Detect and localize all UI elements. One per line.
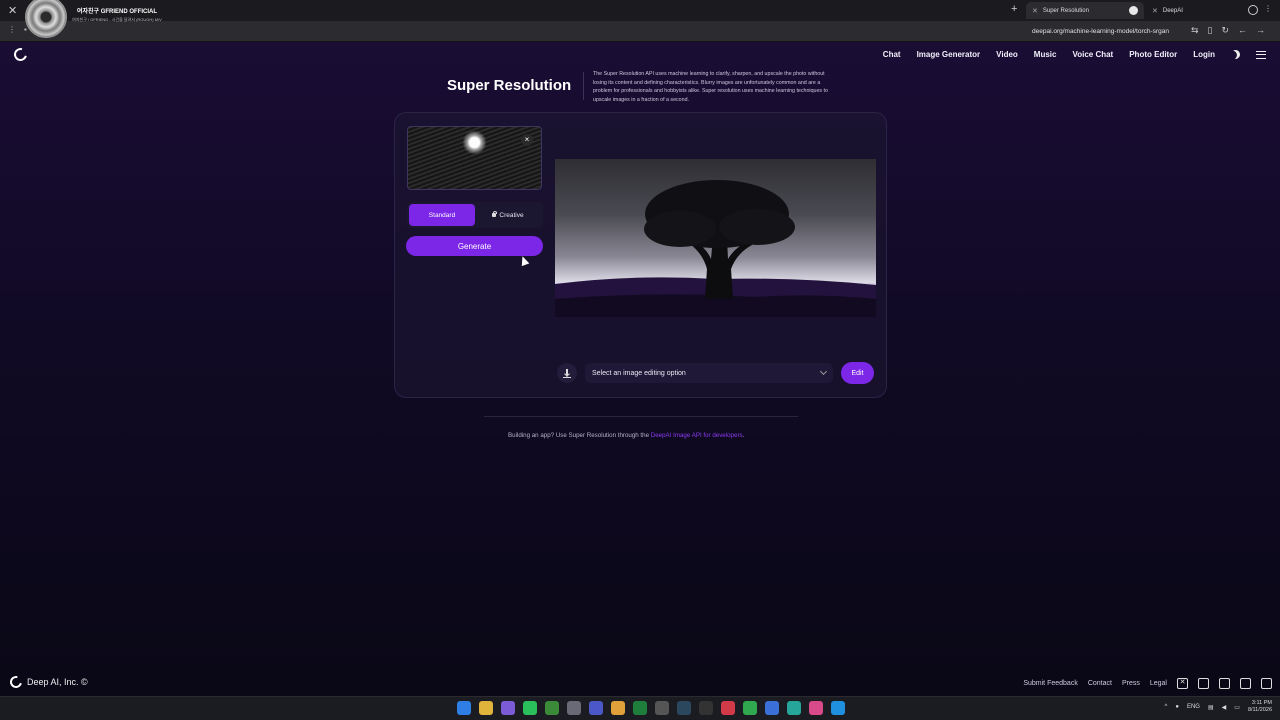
settings-icon[interactable] (567, 701, 581, 715)
app-icon[interactable] (523, 701, 537, 715)
nav-item-voice-chat[interactable]: Voice Chat (1072, 50, 1113, 59)
taskbar-apps (457, 701, 845, 715)
footer-link-press[interactable]: Press (1122, 680, 1140, 687)
app-icon[interactable] (809, 701, 823, 715)
battery-icon[interactable]: ▭ (1234, 704, 1240, 711)
nav-item-image-generator[interactable]: Image Generator (917, 50, 981, 59)
media-info: 여자친구 GFRIEND OFFICIAL 여자친구 / GFRIEND - 시… (72, 6, 162, 22)
tool-card: × Standard Creative Generate Select an i… (394, 112, 887, 398)
clock[interactable]: 3:11 PM 8/11/2026 (1248, 700, 1272, 714)
app-icon[interactable] (765, 701, 779, 715)
footer-brand[interactable]: Deep AI, Inc. © (7, 673, 88, 691)
chevron-down-icon (819, 367, 828, 376)
image-editing-select[interactable]: Select an image editing option (585, 363, 833, 383)
clock-date: 8/11/2026 (1247, 707, 1272, 713)
developer-note-text: Building an app? Use Super Resolution th… (508, 432, 651, 439)
lock-icon (492, 210, 497, 217)
media-title: 여자친구 GFRIEND OFFICIAL (76, 9, 158, 15)
app-icon[interactable] (787, 701, 801, 715)
app-icon[interactable] (721, 701, 735, 715)
reddit-icon[interactable] (1261, 678, 1272, 689)
app-icon[interactable] (501, 701, 515, 715)
xbox-icon[interactable] (545, 701, 559, 715)
volume-icon[interactable]: ◀ (1222, 704, 1227, 711)
nav-item-chat[interactable]: Chat (883, 50, 901, 59)
more-icon[interactable]: ⋮ (1264, 4, 1272, 13)
tab-super-resolution[interactable]: ✕ Super Resolution (1026, 2, 1144, 19)
generate-button[interactable]: Generate (406, 236, 543, 256)
app-icon[interactable] (699, 701, 713, 715)
remove-image-close-icon[interactable]: × (521, 134, 533, 146)
mouse-pointer-icon (518, 254, 530, 267)
file-explorer-icon[interactable] (479, 701, 493, 715)
browser-action-icons[interactable]: ⇆▯↻←→ (1191, 25, 1274, 36)
clock-time: 3:11 PM (1251, 700, 1272, 706)
main-nav: Chat Image Generator Video Music Voice C… (883, 50, 1266, 59)
standard-mode-button[interactable]: Standard (409, 204, 475, 226)
address-bar: ⋮▪▪▪ deepai.org/machine-learning-model/t… (0, 21, 1280, 42)
creative-label: Creative (499, 211, 524, 219)
title-divider (583, 72, 584, 100)
tab-close-icon[interactable]: ✕ (1032, 7, 1038, 15)
tab-deepai[interactable]: ✕ DeepAI (1146, 2, 1242, 19)
standard-label: Standard (428, 211, 456, 219)
chevron-up-icon[interactable]: ^ (1165, 704, 1168, 710)
new-tab-icon[interactable]: + (1011, 3, 1017, 15)
browser-tab-strip: ✕ 여자친구 GFRIEND OFFICIAL 여자친구 / GFRIEND -… (0, 0, 1280, 38)
page-description: The Super Resolution API uses machine le… (593, 71, 828, 103)
deepai-logo-icon (7, 673, 25, 691)
language-indicator[interactable]: ENG (1187, 704, 1200, 710)
taskbar: ^ ● ENG ▤ ◀ ▭ 3:11 PM 8/11/2026 (0, 696, 1280, 720)
tree-silhouette-image (555, 180, 876, 317)
network-icon[interactable]: ▤ (1208, 704, 1214, 711)
footer-link-contact[interactable]: Contact (1088, 680, 1112, 687)
mode-toggle: Standard Creative (407, 202, 543, 228)
steam-icon[interactable] (677, 701, 691, 715)
footer-link-legal[interactable]: Legal (1150, 680, 1167, 687)
select-value: Select an image editing option (592, 369, 686, 377)
tab-close-icon[interactable]: ✕ (1152, 7, 1158, 15)
creative-mode-button[interactable]: Creative (475, 204, 541, 226)
excel-icon[interactable] (633, 701, 647, 715)
app-icon[interactable] (831, 701, 845, 715)
microphone-icon[interactable]: ● (1175, 704, 1179, 710)
instagram-icon[interactable] (1219, 678, 1230, 689)
tiktok-icon[interactable] (1240, 678, 1251, 689)
deepai-logo-icon[interactable] (11, 45, 30, 64)
download-button[interactable] (557, 363, 577, 383)
download-icon (563, 368, 571, 378)
tab-label: Super Resolution (1042, 7, 1089, 14)
dark-mode-icon[interactable] (1229, 48, 1241, 60)
deepai-page: Chat Image Generator Video Music Voice C… (0, 42, 1280, 696)
close-icon[interactable]: ✕ (8, 4, 17, 17)
windows-start-icon[interactable] (457, 701, 471, 715)
x-twitter-icon[interactable]: ✕ (1177, 678, 1188, 689)
app-icon[interactable] (655, 701, 669, 715)
divider (484, 416, 798, 417)
nav-item-login[interactable]: Login (1193, 50, 1215, 59)
developer-note: Building an app? Use Super Resolution th… (508, 432, 744, 439)
tab-label: DeepAI (1162, 7, 1183, 14)
app-icon[interactable] (589, 701, 603, 715)
nav-item-photo-editor[interactable]: Photo Editor (1129, 50, 1177, 59)
footer-link-submit-feedback[interactable]: Submit Feedback (1023, 680, 1077, 687)
system-tray: ^ ● ENG ▤ ◀ ▭ 3:11 PM 8/11/2026 (1165, 700, 1273, 714)
url-field[interactable]: deepai.org/machine-learning-model/torch-… (1032, 28, 1169, 35)
linkedin-icon[interactable] (1198, 678, 1209, 689)
chrome-icon[interactable] (611, 701, 625, 715)
menu-icon[interactable] (1256, 50, 1266, 59)
nav-item-music[interactable]: Music (1034, 50, 1057, 59)
page-title: Super Resolution (447, 77, 572, 94)
footer-links: Submit Feedback Contact Press Legal ✕ (1023, 678, 1272, 689)
nav-item-video[interactable]: Video (996, 50, 1018, 59)
result-image[interactable] (555, 159, 876, 317)
media-subtitle: 여자친구 / GFRIEND - 시간을 달려서 (ROUGH) M/V (72, 17, 162, 22)
footer-brand-label: Deep AI, Inc. © (27, 677, 88, 687)
edit-button[interactable]: Edit (841, 362, 874, 384)
profile-icon[interactable] (1248, 5, 1258, 15)
developer-note-suffix: . (742, 432, 745, 439)
deepai-favicon-icon (1129, 6, 1138, 15)
app-icon[interactable] (743, 701, 757, 715)
developer-api-link[interactable]: DeepAI Image API for developers (651, 432, 743, 439)
